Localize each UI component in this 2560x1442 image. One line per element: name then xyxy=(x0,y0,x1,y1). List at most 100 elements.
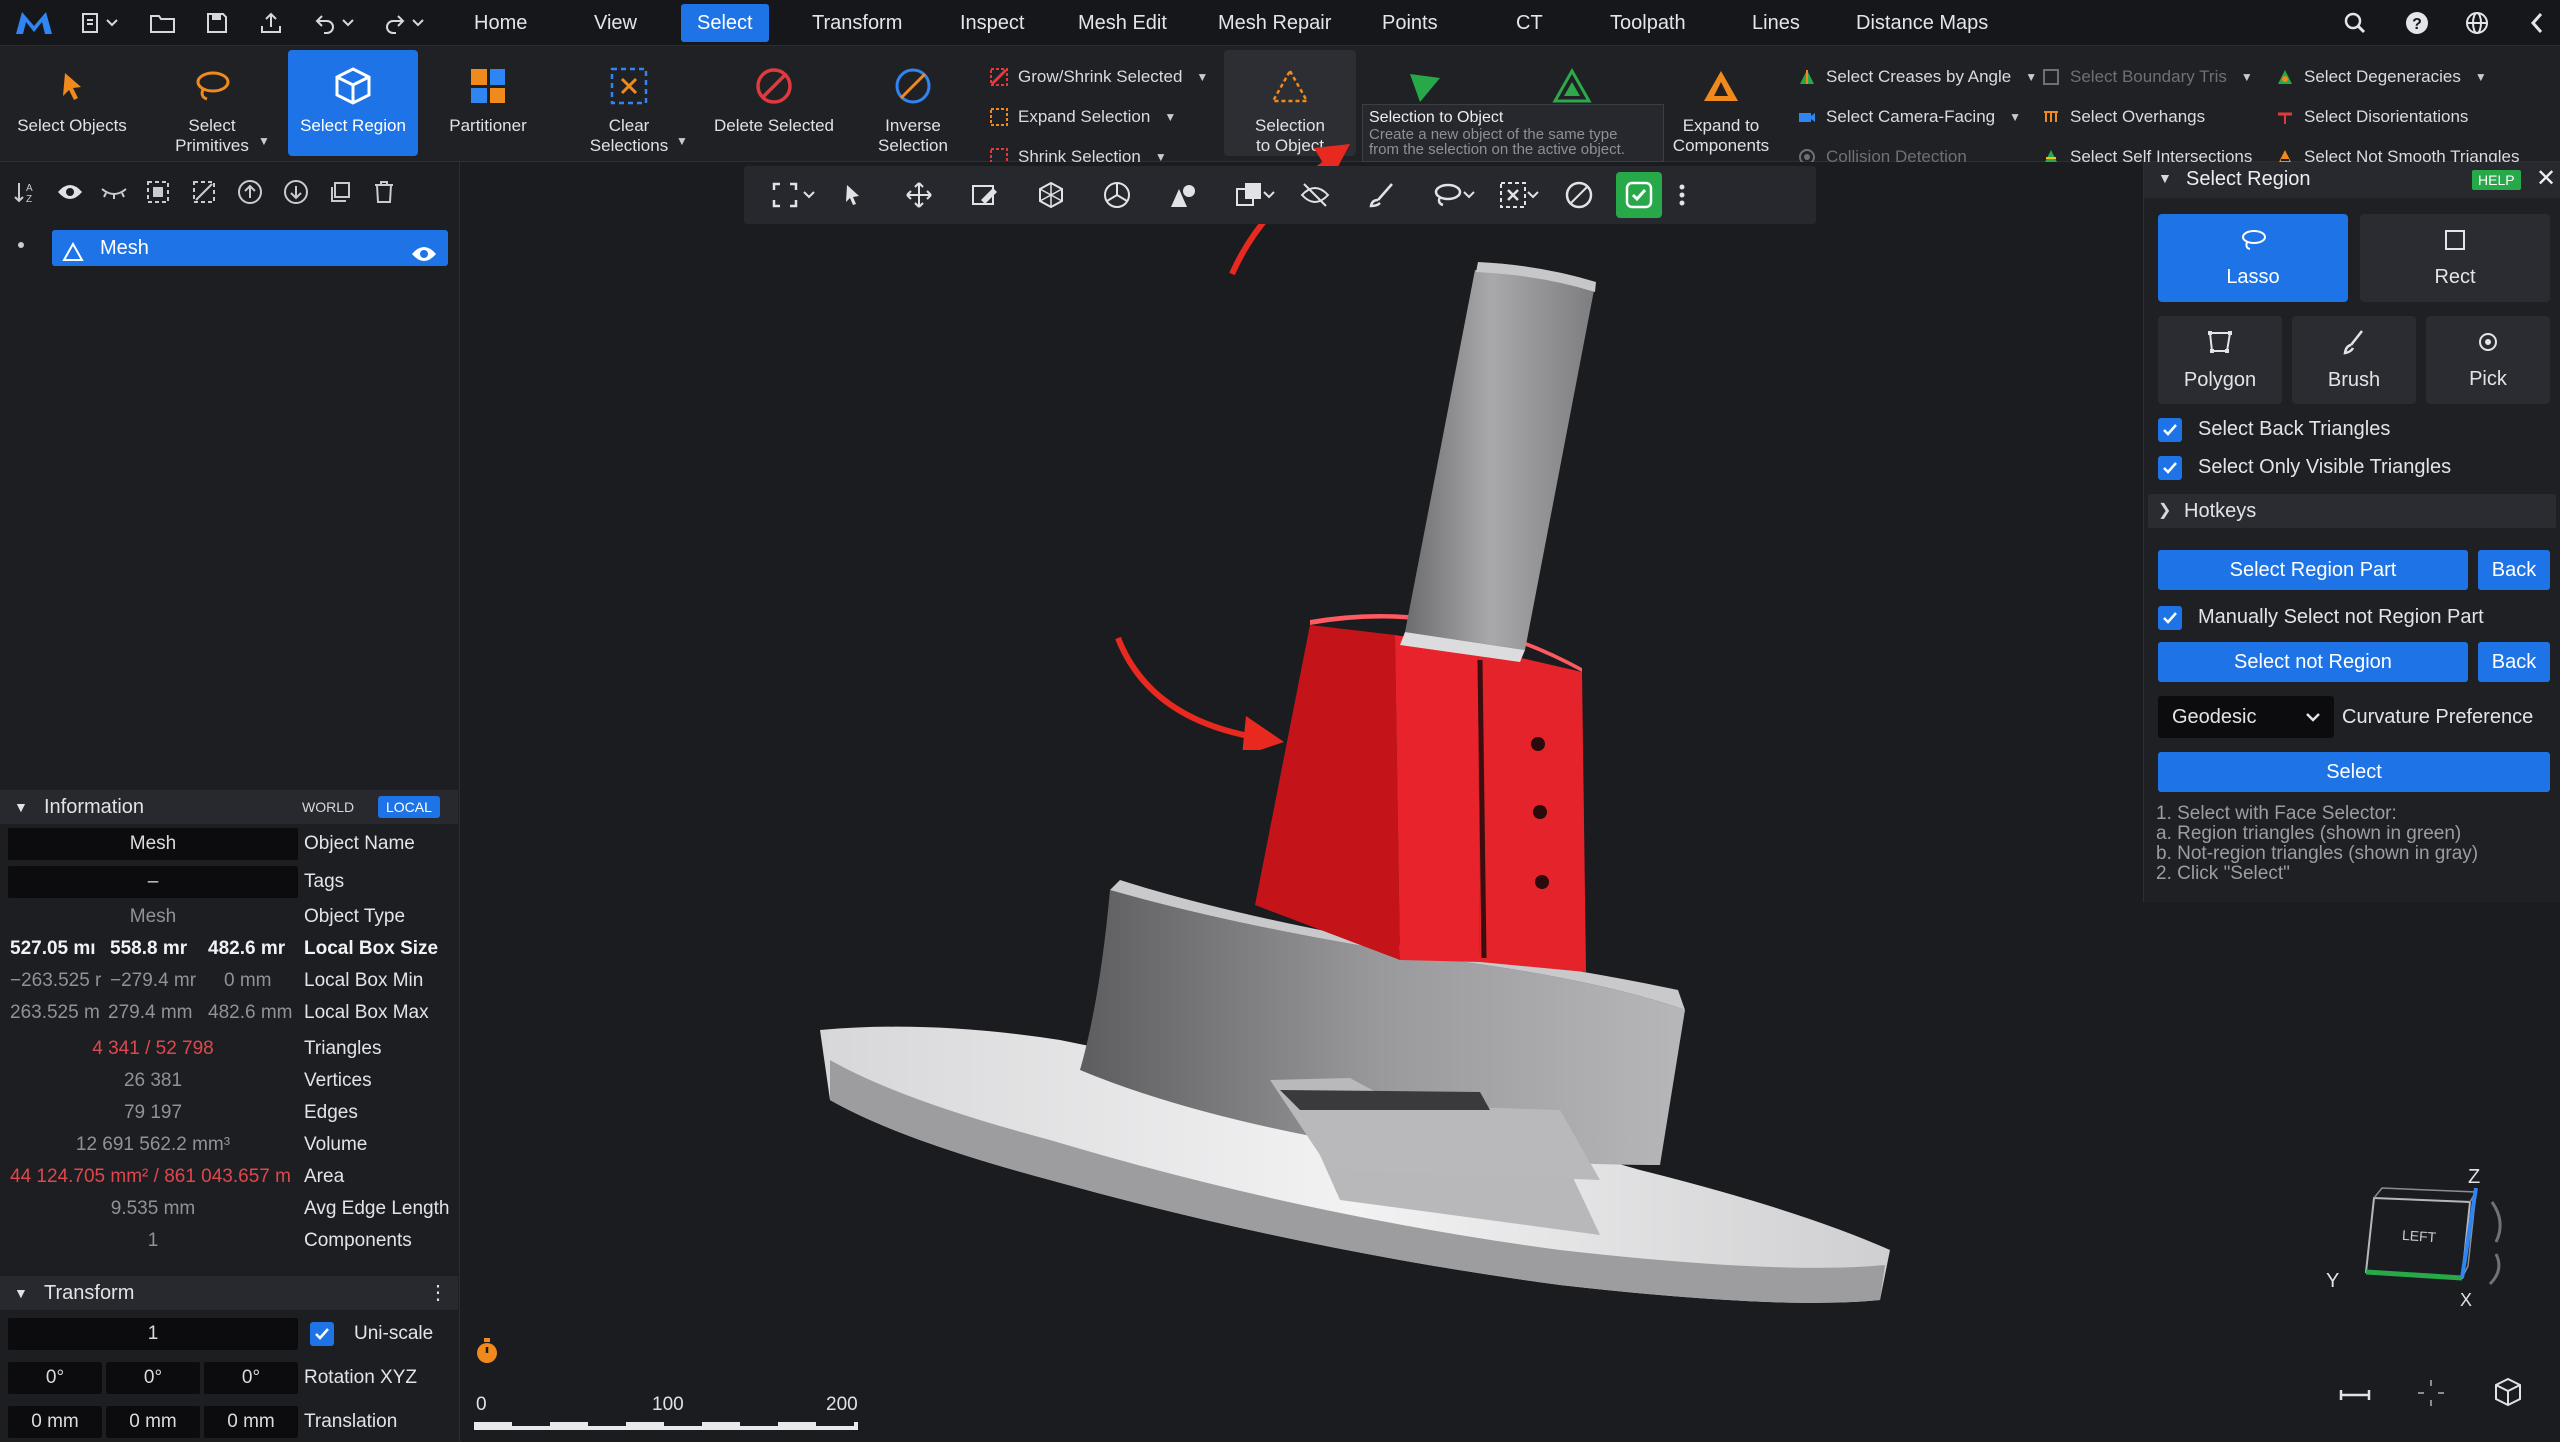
primitives-icon[interactable] xyxy=(1166,178,1200,212)
select-back-checkbox[interactable] xyxy=(2158,418,2182,442)
view-cube-icon[interactable] xyxy=(2490,1374,2526,1410)
chevron-down-icon[interactable] xyxy=(410,8,426,38)
delete-selected-button[interactable]: Delete Selected xyxy=(704,50,844,156)
pick-mode-button[interactable]: Pick xyxy=(2426,316,2550,404)
tags-field[interactable]: – xyxy=(8,866,298,898)
brush-icon[interactable] xyxy=(1364,178,1398,212)
move-up-icon[interactable] xyxy=(234,176,266,208)
visibility-eye-icon[interactable] xyxy=(410,239,438,275)
brush-mode-button[interactable]: Brush xyxy=(2292,316,2416,404)
close-icon[interactable]: ✕ xyxy=(2536,164,2556,193)
mesh-model[interactable] xyxy=(461,162,2141,1442)
expand-selection-button[interactable]: Expand Selection ▼ xyxy=(990,102,1176,132)
cancel-circle-icon[interactable] xyxy=(1562,178,1596,212)
tab-distance-maps[interactable]: Distance Maps xyxy=(1840,4,2004,42)
lasso-tool-icon[interactable] xyxy=(1430,178,1464,212)
rotation-z-field[interactable]: 0° xyxy=(204,1362,298,1394)
tab-view[interactable]: View xyxy=(578,4,653,42)
more-menu-icon[interactable] xyxy=(1672,178,1692,212)
chevron-down-icon[interactable]: ▼ xyxy=(2158,170,2172,186)
collapse-ribbon-icon[interactable] xyxy=(2522,8,2552,38)
measure-icon[interactable] xyxy=(2338,1378,2372,1412)
scale-field[interactable]: 1 xyxy=(8,1318,298,1350)
scene-item-mesh[interactable]: Mesh xyxy=(52,230,448,266)
tab-ct[interactable]: CT xyxy=(1500,4,1559,42)
back-button[interactable]: Back xyxy=(2478,550,2550,590)
shading-icon[interactable] xyxy=(1100,178,1134,212)
select-degeneracies-button[interactable]: Select Degeneracies ▼ xyxy=(2276,62,2487,92)
tab-select[interactable]: Select xyxy=(681,4,769,42)
hide-icon[interactable] xyxy=(1298,178,1332,212)
information-header[interactable]: ▼ Information WORLD LOCAL xyxy=(0,790,458,824)
move-down-icon[interactable] xyxy=(280,176,312,208)
select-primitives-button[interactable]: Select Primitives xyxy=(148,50,276,156)
back-button[interactable]: Back xyxy=(2478,642,2550,682)
export-icon[interactable] xyxy=(256,8,286,38)
lasso-mode-button[interactable]: Lasso xyxy=(2158,214,2348,302)
more-menu-icon[interactable]: ⋮ xyxy=(428,1276,448,1310)
eye-icon[interactable] xyxy=(54,176,86,208)
partitioner-button[interactable]: Partitioner xyxy=(426,50,550,156)
deselect-icon[interactable] xyxy=(188,176,220,208)
chevron-down-icon[interactable] xyxy=(800,178,818,212)
select-region-part-button[interactable]: Select Region Part xyxy=(2158,550,2468,590)
translation-y-field[interactable]: 0 mm xyxy=(106,1406,200,1438)
save-icon[interactable] xyxy=(202,8,232,38)
tab-inspect[interactable]: Inspect xyxy=(944,4,1040,42)
eye-closed-icon[interactable] xyxy=(98,176,130,208)
curvature-select[interactable]: Geodesic xyxy=(2158,696,2334,738)
manual-not-region-checkbox[interactable] xyxy=(2158,606,2182,630)
uniscale-checkbox[interactable] xyxy=(310,1322,334,1346)
chevron-down-icon[interactable] xyxy=(340,8,356,38)
chevron-down-icon[interactable] xyxy=(1460,178,1478,212)
select-region-button[interactable]: Select Region xyxy=(288,50,418,156)
tab-toolpath[interactable]: Toolpath xyxy=(1594,4,1702,42)
translation-x-field[interactable]: 0 mm xyxy=(8,1406,102,1438)
help-badge[interactable]: HELP xyxy=(2472,170,2521,190)
world-toggle[interactable]: WORLD xyxy=(296,796,360,818)
translation-z-field[interactable]: 0 mm xyxy=(204,1406,298,1438)
expand-to-components-button[interactable]: Expand to Components xyxy=(1660,50,1782,156)
select-disorientations-button[interactable]: Select Disorientations xyxy=(2276,102,2468,132)
grow-shrink-selected-button[interactable]: Grow/Shrink Selected ▼ xyxy=(990,62,1208,92)
rotation-y-field[interactable]: 0° xyxy=(106,1362,200,1394)
move-icon[interactable] xyxy=(902,178,936,212)
select-boundary-tris-button[interactable]: Select Boundary Tris ▼ xyxy=(2042,62,2253,92)
chevron-down-icon[interactable] xyxy=(1524,178,1542,212)
local-toggle[interactable]: LOCAL xyxy=(378,796,440,818)
tab-home[interactable]: Home xyxy=(458,4,543,42)
wireframe-icon[interactable] xyxy=(1034,178,1068,212)
search-icon[interactable] xyxy=(2340,8,2370,38)
select-overhangs-button[interactable]: Select Overhangs xyxy=(2042,102,2205,132)
pointer-icon[interactable] xyxy=(836,178,870,212)
select-not-region-button[interactable]: Select not Region xyxy=(2158,642,2468,682)
trash-icon[interactable] xyxy=(368,176,400,208)
view-cube[interactable]: Z Y X LEFT xyxy=(2320,1166,2540,1316)
new-file-icon[interactable] xyxy=(76,8,106,38)
tab-mesh-edit[interactable]: Mesh Edit xyxy=(1062,4,1183,42)
view-edit-icon[interactable] xyxy=(968,178,1002,212)
redo-icon[interactable] xyxy=(380,8,410,38)
tab-points[interactable]: Points xyxy=(1366,4,1454,42)
inverse-selection-button[interactable]: Inverse Selection xyxy=(856,50,970,156)
hotkeys-section[interactable]: ❯ Hotkeys xyxy=(2148,494,2556,528)
select-all-icon[interactable] xyxy=(142,176,174,208)
open-folder-icon[interactable] xyxy=(148,8,178,38)
chevron-down-icon[interactable] xyxy=(1260,178,1278,212)
globe-icon[interactable] xyxy=(2462,8,2492,38)
tab-mesh-repair[interactable]: Mesh Repair xyxy=(1202,4,1347,42)
select-creases-button[interactable]: Select Creases by Angle ▼ xyxy=(1798,62,2037,92)
select-button[interactable]: Select xyxy=(2158,752,2550,792)
rect-mode-button[interactable]: Rect xyxy=(2360,214,2550,302)
select-objects-button[interactable]: Select Objects xyxy=(6,50,138,156)
frame-icon[interactable] xyxy=(2414,1376,2448,1410)
chevron-down-icon[interactable]: ▼ xyxy=(258,134,270,148)
clear-selections-button[interactable]: Clear Selections xyxy=(566,50,692,156)
transform-header[interactable]: ▼ Transform ⋮ xyxy=(0,1276,458,1310)
object-name-field[interactable]: Mesh xyxy=(8,828,298,860)
select-camera-facing-button[interactable]: Select Camera-Facing ▼ xyxy=(1798,102,2021,132)
fit-view-icon[interactable] xyxy=(768,178,802,212)
duplicate-icon[interactable] xyxy=(324,176,356,208)
apply-check-icon[interactable] xyxy=(1616,172,1662,218)
tab-lines[interactable]: Lines xyxy=(1736,4,1816,42)
